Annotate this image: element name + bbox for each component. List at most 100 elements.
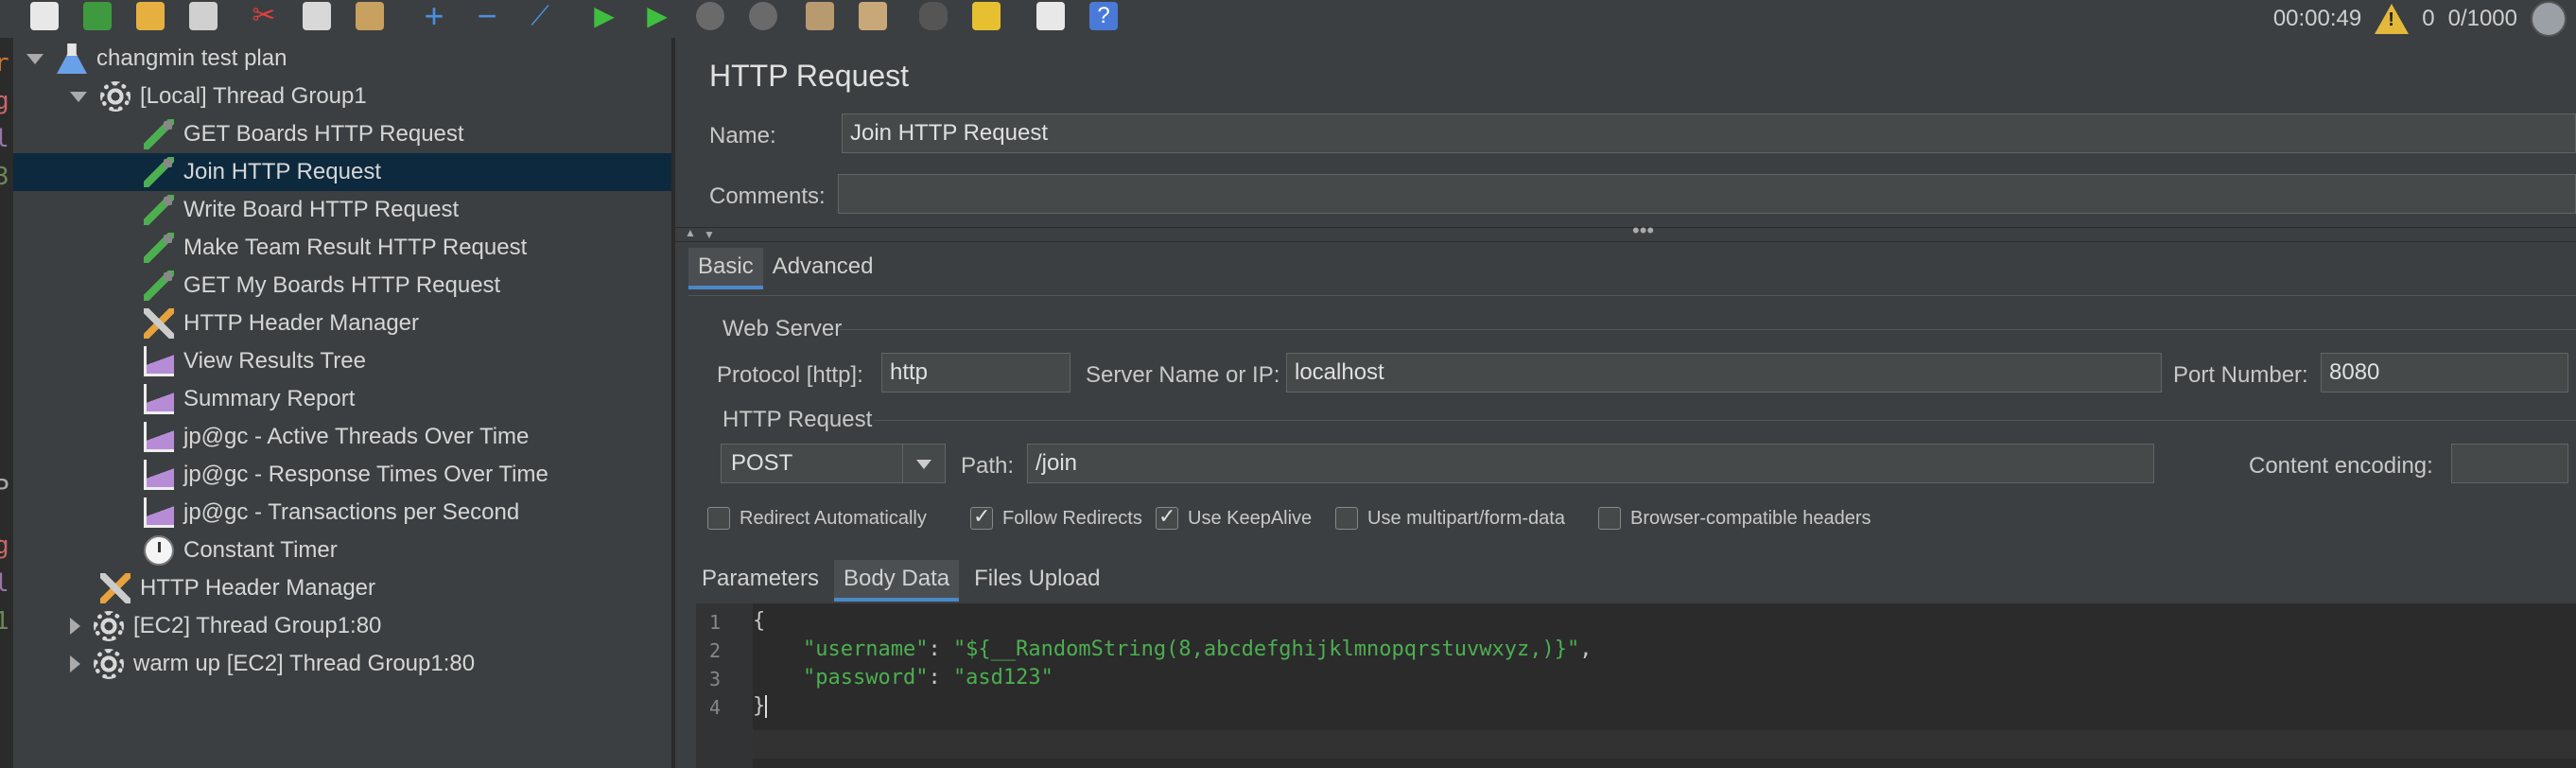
elapsed-time: 00:00:49 (2272, 6, 2362, 31)
tree-item-label: GET Boards HTTP Request (183, 121, 464, 147)
tree-item-label: HTTP Header Manager (140, 575, 375, 601)
splitter-up-icon[interactable]: ▲ (685, 226, 696, 239)
save-icon[interactable] (189, 2, 218, 30)
tab-basic[interactable]: Basic (688, 248, 763, 289)
json-sep: : (928, 637, 953, 661)
collapse-icon[interactable]: − (473, 0, 501, 33)
tree-item[interactable]: GET Boards HTTP Request (13, 115, 671, 153)
shutdown-icon[interactable] (749, 2, 777, 30)
tab-files-upload[interactable]: Files Upload (965, 560, 1109, 602)
paste-icon[interactable] (356, 2, 384, 30)
http-request-section-label: HTTP Request (722, 407, 873, 432)
content-encoding-field[interactable] (2451, 444, 2568, 483)
function-helper-icon[interactable] (1036, 2, 1065, 30)
cut-icon[interactable]: ✂ (250, 2, 278, 30)
copy-icon[interactable] (303, 2, 331, 30)
toggle-icon[interactable]: ⟋ (526, 2, 554, 30)
code-line: { (753, 609, 765, 633)
tree-item-label: jp@gc - Response Times Over Time (183, 462, 548, 487)
checkbox-label[interactable]: Use KeepAlive (1188, 508, 1312, 530)
open-icon[interactable] (136, 2, 165, 30)
expand-icon[interactable]: + (420, 0, 448, 33)
tree-item-label: Constant Timer (183, 537, 338, 563)
line-number: 4 (709, 696, 722, 719)
warning-icon[interactable] (2375, 4, 2410, 34)
tree-item[interactable]: View Results Tree (13, 342, 671, 380)
splitter-handle[interactable]: ▲ ▼ ••• (675, 218, 2576, 242)
reset-search-icon[interactable] (972, 2, 1001, 30)
tree-item[interactable]: jp@gc - Transactions per Second (13, 494, 671, 532)
tab-parameters[interactable]: Parameters (692, 560, 828, 602)
server-field[interactable]: localhost (1286, 353, 2162, 393)
checkbox-label[interactable]: Follow Redirects (1002, 508, 1142, 530)
pipette-icon (144, 119, 174, 149)
tree-item[interactable]: Make Team Result HTTP Request (13, 229, 671, 267)
checkbox-label[interactable]: Use multipart/form-data (1367, 508, 1565, 530)
tab-advanced[interactable]: Advanced (763, 248, 883, 289)
start-icon[interactable]: ▶ (590, 2, 618, 30)
json-key: "username" (802, 637, 929, 661)
checkbox[interactable] (1335, 507, 1358, 530)
comments-field[interactable] (838, 174, 2576, 214)
tree-item[interactable]: Join HTTP Request (13, 153, 671, 191)
stop-icon[interactable] (696, 2, 724, 30)
chevron-down-icon (916, 460, 931, 469)
collapsed-toggle-icon[interactable] (70, 618, 80, 635)
tree-item[interactable]: jp@gc - Response Times Over Time (13, 456, 671, 494)
tree-item-label: [Local] Thread Group1 (140, 83, 367, 109)
checkbox[interactable] (1156, 504, 1178, 530)
name-field[interactable]: Join HTTP Request (842, 113, 2576, 153)
tree-item-label: Join HTTP Request (183, 159, 381, 184)
collapsed-toggle-icon[interactable] (70, 655, 80, 672)
checkbox-label[interactable]: Browser-compatible headers (1630, 508, 1871, 530)
tree-item[interactable]: GET My Boards HTTP Request (13, 267, 671, 305)
clear-all-icon[interactable] (859, 2, 887, 30)
templates-icon[interactable] (83, 2, 112, 30)
tree-item[interactable]: Constant Timer (13, 532, 671, 569)
tree-item-label: jp@gc - Active Threads Over Time (183, 424, 530, 449)
chart-icon (144, 346, 174, 376)
tree-item[interactable]: jp@gc - Active Threads Over Time (13, 418, 671, 456)
new-icon[interactable] (30, 2, 59, 30)
body-data-editor[interactable]: 1 2 3 4 { "username": "${__RandomString(8,a… (696, 603, 2576, 768)
gear-icon (94, 611, 124, 641)
tree-item[interactable]: Summary Report (13, 380, 671, 418)
help-icon[interactable]: ? (1089, 2, 1118, 30)
splitter-grip-icon[interactable]: ••• (1632, 218, 1654, 243)
tree-item[interactable]: [Local] Thread Group1 (13, 78, 671, 115)
http-request-divider (874, 420, 2576, 421)
tree-item[interactable]: HTTP Header Manager (13, 569, 671, 607)
method-select[interactable]: POST (721, 444, 946, 483)
clear-icon[interactable] (806, 2, 834, 30)
tree-item[interactable]: Write Board HTTP Request (13, 191, 671, 229)
panel-title: HTTP Request (709, 59, 910, 93)
method-dropdown-button[interactable] (902, 445, 945, 482)
expanded-toggle-icon[interactable] (26, 53, 44, 64)
checkbox-label[interactable]: Redirect Automatically (740, 508, 927, 530)
tree-item[interactable]: [EC2] Thread Group1:80 (13, 607, 671, 645)
tree-item-label: Summary Report (183, 386, 356, 411)
port-field[interactable]: 8080 (2321, 353, 2568, 393)
search-icon[interactable] (919, 2, 948, 30)
checkbox[interactable] (970, 504, 993, 530)
expanded-toggle-icon[interactable] (70, 91, 87, 102)
server-label: Server Name or IP: (1086, 362, 1280, 388)
tab-body-data[interactable]: Body Data (834, 560, 960, 602)
tab-divider (688, 295, 2576, 296)
tools-icon (100, 573, 131, 603)
protocol-field[interactable]: http (881, 353, 1070, 393)
tree-item[interactable]: HTTP Header Manager (13, 305, 671, 342)
path-field[interactable]: /join (1027, 444, 2154, 483)
tree-item[interactable]: warm up [EC2] Thread Group1:80 (13, 645, 671, 683)
checkbox[interactable] (707, 507, 730, 530)
start-no-pauses-icon[interactable]: ▶ (643, 2, 671, 30)
tree-item[interactable]: changmin test plan (13, 40, 671, 78)
background-code-strip: r g l 3 P g l 1 (0, 38, 13, 768)
text-caret (765, 695, 768, 718)
tree-item-label: changmin test plan (96, 45, 287, 71)
splitter-down-icon[interactable]: ▼ (704, 228, 715, 241)
chart-icon (144, 497, 174, 528)
pipette-icon (144, 195, 174, 225)
checkbox[interactable] (1598, 507, 1621, 530)
